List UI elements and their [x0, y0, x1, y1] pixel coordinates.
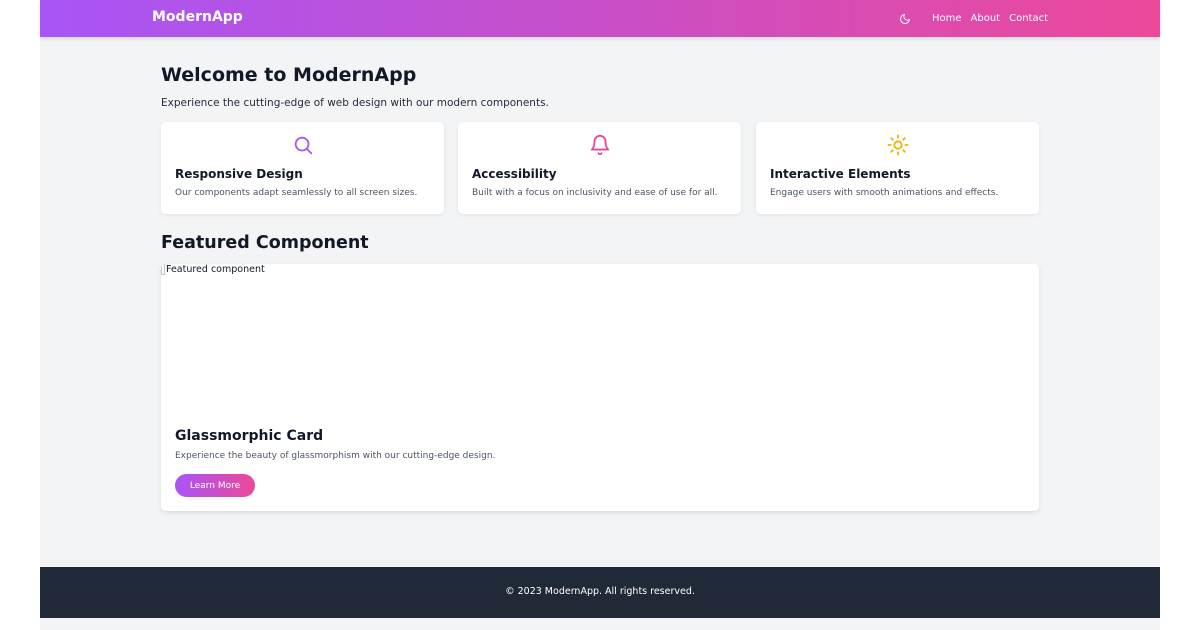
moon-icon[interactable] [899, 13, 911, 25]
bell-icon [458, 134, 741, 158]
search-icon [161, 134, 444, 158]
sun-icon [756, 134, 1039, 158]
nav-link-contact[interactable]: Contact [1009, 13, 1048, 24]
featured-card: Featured component Glassmorphic Card Exp… [161, 264, 1039, 511]
page-title: Welcome to ModernApp [161, 64, 417, 86]
nav-link-home[interactable]: Home [932, 13, 962, 24]
copyright-text: © 2023 ModernApp. All rights reserved. [505, 586, 695, 597]
intro-text: Experience the cutting-edge of web desig… [161, 97, 549, 109]
featured-image: Featured component [161, 264, 265, 275]
feature-title: Interactive Elements [770, 167, 911, 181]
feature-description: Engage users with smooth animations and … [770, 188, 999, 198]
main-nav: Home About Contact [899, 0, 1048, 37]
app-frame: ModernApp Home About Contact Welcome to … [40, 0, 1160, 630]
feature-card-responsive: Responsive Design Our components adapt s… [161, 122, 444, 214]
top-navbar: ModernApp Home About Contact [40, 0, 1160, 37]
feature-description: Built with a focus on inclusivity and ea… [472, 188, 718, 198]
featured-card-title: Glassmorphic Card [175, 428, 324, 444]
feature-title: Responsive Design [175, 167, 303, 181]
broken-image-icon [161, 264, 165, 275]
featured-card-description: Experience the beauty of glassmorphism w… [175, 451, 496, 461]
page-footer: © 2023 ModernApp. All rights reserved. [40, 567, 1160, 618]
nav-link-about[interactable]: About [971, 13, 1001, 24]
featured-image-alt: Featured component [166, 264, 265, 275]
feature-description: Our components adapt seamlessly to all s… [175, 188, 418, 198]
feature-card-accessibility: Accessibility Built with a focus on incl… [458, 122, 741, 214]
feature-card-interactive: Interactive Elements Engage users with s… [756, 122, 1039, 214]
brand-logo[interactable]: ModernApp [152, 9, 243, 25]
learn-more-button[interactable]: Learn More [175, 474, 255, 497]
feature-title: Accessibility [472, 167, 557, 181]
featured-heading: Featured Component [161, 233, 369, 253]
